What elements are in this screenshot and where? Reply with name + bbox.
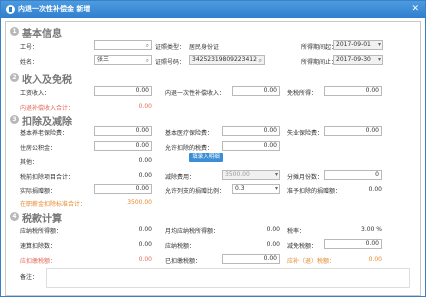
section-3-number: 3 xyxy=(10,115,19,124)
pension-input[interactable]: 0.00 xyxy=(94,126,152,136)
remark-input[interactable] xyxy=(46,268,410,288)
comp-label: 内退一次性补偿收入： xyxy=(165,90,226,97)
ratio-select[interactable]: 0.3 xyxy=(232,184,280,194)
tax-due-label: 应扣缴税额： xyxy=(20,258,57,265)
name-label: 姓名： xyxy=(20,59,39,66)
medical-label: 基本医疗保险费： xyxy=(165,130,214,137)
tax-reduction-input[interactable]: 0.00 xyxy=(324,239,382,249)
standard-label: 在职薪金扣除标准合计： xyxy=(20,201,87,208)
taxable-label: 应纳税所得额： xyxy=(20,228,63,235)
section-2-number: 2 xyxy=(10,73,19,82)
period-end-select[interactable]: 2017-09-30 xyxy=(333,55,383,65)
housing-input[interactable]: 0.00 xyxy=(94,141,152,151)
comp-sum-value: 0.00 xyxy=(138,103,152,110)
pretax-total-value: 0.00 xyxy=(138,172,152,179)
salary-input[interactable]: 0.00 xyxy=(94,86,152,96)
exempt-label: 免税所得： xyxy=(287,90,318,97)
monthly-taxable-label: 月均应纳税所得额： xyxy=(165,228,220,235)
housing-label: 住房公积金： xyxy=(20,145,57,152)
tax-payable-value: 0.00 xyxy=(266,241,280,248)
period-start-select[interactable]: 2017-09-01 xyxy=(333,40,383,50)
section-3-title: 扣除及减除 xyxy=(22,117,72,128)
actual-donation-input[interactable]: 0.00 xyxy=(94,184,152,194)
section-1-number: 1 xyxy=(10,27,19,36)
job-no-label: 工号： xyxy=(20,44,39,51)
input-detail-button[interactable]: 填录入明细 xyxy=(189,153,223,162)
period-end-label: 所得期间止： xyxy=(301,59,338,66)
quick-deduction-value: 0.00 xyxy=(138,241,152,248)
refund-label: 应补（退）税额： xyxy=(287,258,336,265)
rate-label: 税率： xyxy=(287,228,306,235)
ratio-label: 允许列支的捐赠比例： xyxy=(165,188,226,195)
standard-value: 3500.00 xyxy=(127,199,152,206)
rate-value: 3.00 % xyxy=(361,226,382,233)
tax-reduction-label: 减免税额： xyxy=(287,243,318,250)
section-4-title: 税款计算 xyxy=(22,214,62,225)
comp-sum-label: 内退补偿收入合计： xyxy=(20,105,75,112)
pretax-total-label: 税前扣除项目合计： xyxy=(20,174,75,181)
search-icon[interactable]: ⌕ xyxy=(259,57,262,64)
id-no-input[interactable]: 34252319809223412 ⌕ xyxy=(189,55,265,65)
medical-input[interactable]: 0.00 xyxy=(222,126,280,136)
id-type-label: 证照类型： xyxy=(155,44,186,51)
comp-input[interactable]: 0.00 xyxy=(232,86,280,96)
withheld-input[interactable]: 0.00 xyxy=(222,254,280,264)
other-label: 其他： xyxy=(20,159,39,166)
tax-due-value: 0.00 xyxy=(138,256,152,263)
id-no-label: 证照号码： xyxy=(155,59,186,66)
deduction-select[interactable]: 3500.00 xyxy=(222,170,280,180)
info-icon xyxy=(6,5,15,14)
withheld-label: 已扣缴税额： xyxy=(165,258,202,265)
title-bar: 内退一次性补偿金 新增 ✕ xyxy=(1,1,425,18)
period-start-label: 所得期间起： xyxy=(301,44,338,51)
unemployment-label: 失业保险费： xyxy=(287,130,324,137)
monthly-taxable-value: 0.00 xyxy=(266,226,280,233)
close-icon[interactable]: ✕ xyxy=(411,3,419,15)
job-no-input[interactable]: ⌕ xyxy=(94,40,152,50)
actual-donation-label: 实际捐赠额： xyxy=(20,188,57,195)
taxable-value: 0.00 xyxy=(138,226,152,233)
window-title: 内退一次性补偿金 新增 xyxy=(18,5,91,13)
refund-value: 0.00 xyxy=(368,256,382,263)
donation-label: 允许扣除的税费： xyxy=(165,145,214,152)
section-2-title: 收入及免税 xyxy=(22,75,72,86)
form-panel: 1 基本信息 工号： ⌕ 证照类型： 居民身份证 所得期间起： 2017-09-… xyxy=(5,21,421,296)
exempt-input[interactable]: 0.00 xyxy=(324,86,382,96)
section-1-title: 基本信息 xyxy=(22,29,62,40)
quick-deduction-label: 速算扣除数： xyxy=(20,243,57,250)
deduction-label: 减除费用： xyxy=(165,174,196,181)
pretax-donation-value: 0.00 xyxy=(368,186,382,193)
search-icon[interactable]: ⌕ xyxy=(146,42,149,49)
pension-label: 基本养老保险费： xyxy=(20,130,69,137)
dialog-window: 内退一次性补偿金 新增 ✕ 1 基本信息 工号： ⌕ 证照类型： 居民身份证 所… xyxy=(0,0,426,297)
tax-payable-label: 应纳税额： xyxy=(165,243,196,250)
name-input[interactable]: 张三 ⌕ xyxy=(94,55,152,65)
salary-label: 工资收入： xyxy=(20,90,51,97)
donation-input[interactable]: 0.00 xyxy=(222,141,280,151)
pretax-donation-label: 准予扣除的捐赠额： xyxy=(287,188,342,195)
section-4-number: 4 xyxy=(10,212,19,221)
split-months-input[interactable]: 0 xyxy=(324,170,382,180)
other-value: 0.00 xyxy=(138,157,152,164)
id-type-value: 居民身份证 xyxy=(189,44,220,51)
remark-label: 备注： xyxy=(20,274,39,281)
search-icon[interactable]: ⌕ xyxy=(146,57,149,64)
split-months-label: 分摊月份数： xyxy=(287,174,324,181)
unemployment-input[interactable]: 0.00 xyxy=(324,126,382,136)
